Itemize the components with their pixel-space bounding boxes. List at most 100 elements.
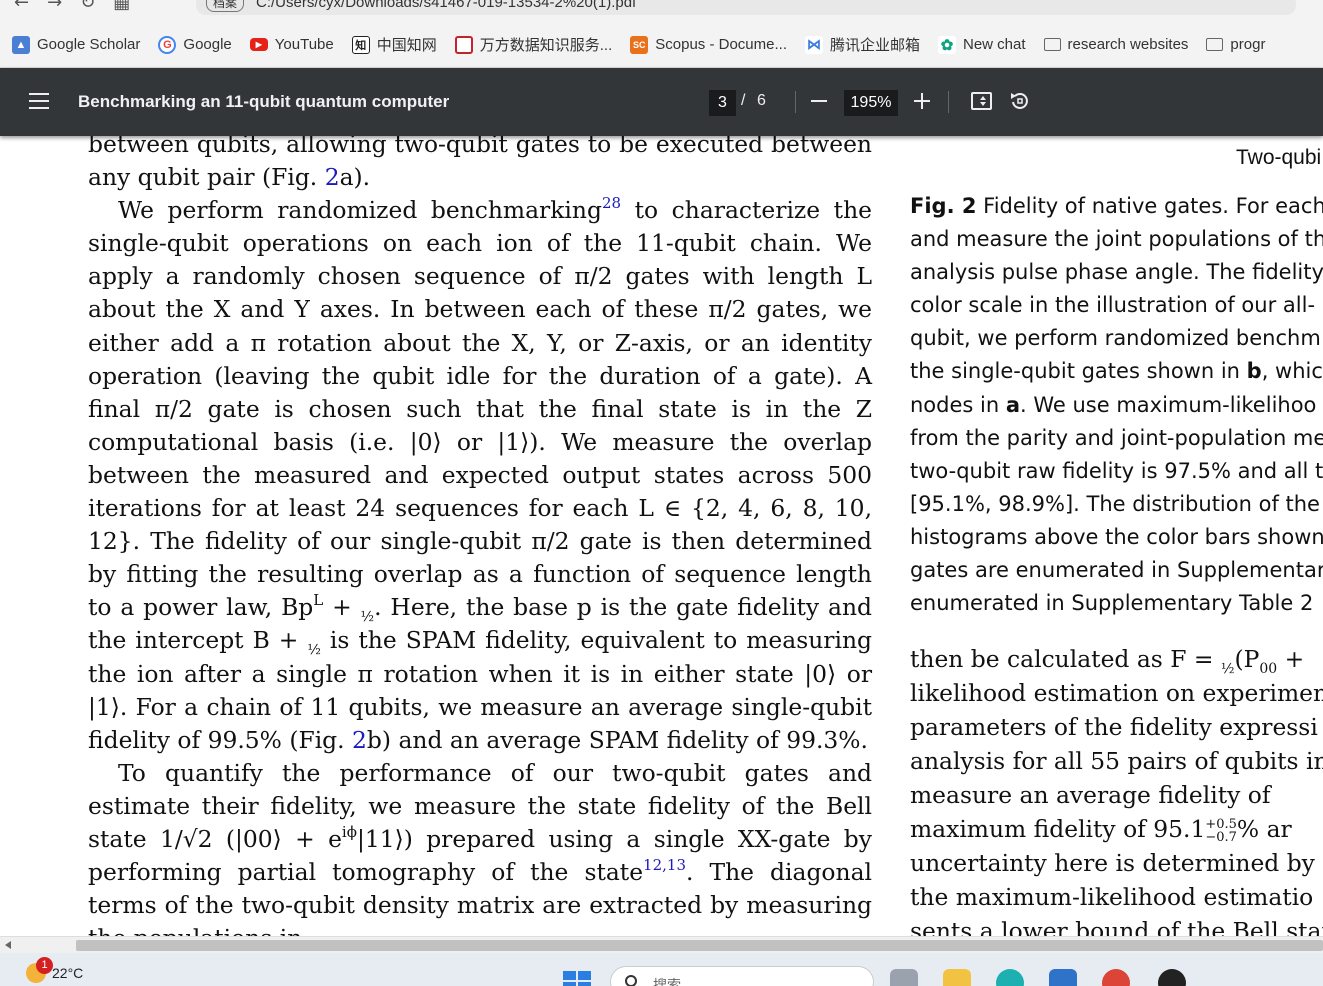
text-line: analysis for all 55 pairs of qubits in (910, 747, 1323, 775)
text-run: % ar (1236, 815, 1292, 843)
toolbar-divider (795, 91, 796, 113)
caption-line: Fidelity of native gates. For each (976, 194, 1323, 218)
pdf-viewer[interactable]: between qubits, allowing two-qubit gates… (0, 136, 1323, 936)
text-line: the maximum-likelihood estimatio (910, 883, 1314, 911)
fraction: ½ (360, 609, 375, 626)
nav-buttons: ← → ↻ ▦ (14, 0, 130, 13)
fraction: ½ (1220, 661, 1235, 677)
document-title: Benchmarking an 11-qubit quantum compute… (78, 92, 450, 111)
notification-badge: 1 (36, 957, 53, 974)
caption-line: enumerated in Supplementary Table 2 (910, 591, 1314, 616)
bookmark-cnki[interactable]: 知 中国知网 (351, 34, 437, 55)
file-explorer-icon[interactable] (943, 969, 971, 986)
caption-text: . We use maximum-likelihoo (1020, 392, 1317, 417)
bookmark-wanfang[interactable]: 万方数据知识服务... (454, 34, 612, 55)
folder-icon (1043, 38, 1061, 51)
chrome-icon[interactable] (1102, 969, 1130, 986)
caption-line: from the parity and joint-population me (910, 425, 1323, 450)
taskbar-search[interactable]: 搜索 (610, 966, 874, 986)
scrollbar-thumb[interactable] (76, 940, 1323, 951)
caption-line: color scale in the illustration of our a… (910, 293, 1316, 318)
paragraph: We perform randomized benchmarking28 to … (88, 194, 872, 757)
tencent-mail-icon: ⋈ (804, 35, 823, 54)
paragraph: between qubits, allowing two-qubit gates… (88, 136, 872, 194)
horizontal-scrollbar[interactable] (0, 936, 1323, 953)
caption-line: gates are enumerated in Supplementary (910, 558, 1323, 583)
text-line: measure an average fidelity of (910, 781, 1271, 809)
menu-icon[interactable] (29, 93, 49, 109)
page-number-input[interactable]: 3 (709, 90, 736, 116)
text-run: (P (1234, 645, 1260, 673)
caption-text: , which (1261, 359, 1323, 384)
text-line: any qubit pair (Fig. (88, 163, 325, 192)
figure-link[interactable]: 2 (325, 163, 340, 191)
reference-link[interactable]: 28 (602, 194, 621, 212)
bookmark-label: research websites (1067, 36, 1189, 53)
weather-sun-icon: 1 (26, 957, 53, 983)
page-total: 6 (757, 92, 766, 109)
scroll-left-icon[interactable] (5, 941, 11, 949)
toolbar-divider (948, 91, 949, 113)
back-icon[interactable]: ← (14, 0, 29, 13)
address-bar-strip: ← → ↻ ▦ 档案 C:/Users/cyx/Downloads/s41467-… (0, 0, 1323, 22)
subscript: 00 (1259, 661, 1278, 677)
figure-panel-label: Two-qubi (1236, 146, 1322, 169)
bookmark-google[interactable]: G Google (158, 35, 232, 54)
caption-line: histograms above the color bars shown (910, 524, 1323, 549)
bookmark-folder-progr[interactable]: progr (1206, 36, 1265, 53)
cnki-icon: 知 (351, 35, 370, 54)
google-scholar-icon: ▲ (12, 35, 30, 54)
taskview-icon[interactable] (890, 969, 918, 986)
bookmark-scopus[interactable]: SC Scopus - Docume... (630, 35, 787, 54)
address-input[interactable]: 档案 C:/Users/cyx/Downloads/s41467-019-1353… (196, 0, 1296, 15)
figure-label: Fig. 2 (910, 194, 977, 218)
search-placeholder: 搜索 (653, 977, 681, 986)
wanfang-icon (454, 35, 473, 54)
bookmark-folder-research[interactable]: research websites (1043, 36, 1189, 53)
caption-line: analysis pulse phase angle. The fidelity (910, 260, 1323, 285)
bell-state: 1/√2 (|00⟩ + e (159, 824, 342, 853)
zoom-out-icon[interactable] (811, 100, 827, 102)
subscript: −0.7 (1205, 830, 1237, 845)
rotate-icon[interactable] (1009, 90, 1031, 112)
text-run: maximum fidelity of 95.1 (910, 815, 1206, 843)
reload-icon[interactable]: ↻ (80, 0, 95, 13)
bookmark-label: 中国知网 (376, 37, 437, 54)
figure-link[interactable]: 2 (352, 726, 367, 754)
bookmark-label: Google (183, 36, 232, 53)
scopus-icon: SC (630, 35, 649, 54)
bookmark-label: Google Scholar (37, 36, 141, 53)
weather-widget[interactable]: 1 22°C (26, 957, 83, 983)
text-line: between qubits, allowing two-qubit gates… (88, 136, 872, 158)
caption-panel-ref: a (1005, 392, 1021, 417)
forward-icon[interactable]: → (47, 0, 62, 13)
fit-to-page-icon[interactable] (971, 92, 992, 110)
openai-icon: ✿ (938, 35, 956, 54)
superscript: iϕ (341, 822, 357, 841)
site-info-chip[interactable]: 档案 (206, 0, 245, 12)
right-column-text: then be calculated as F = ½(P00 + likeli… (910, 642, 1323, 936)
fraction: ½ (307, 642, 321, 659)
bell-state: |11⟩) (356, 824, 413, 853)
tabs-icon[interactable]: ▦ (113, 0, 130, 13)
left-column-text: between qubits, allowing two-qubit gates… (88, 136, 872, 936)
bookmark-label: 腾讯企业邮箱 (829, 37, 920, 54)
caption-panel-ref: b (1246, 359, 1262, 384)
caption-text: nodes in (910, 392, 1006, 417)
store-icon[interactable] (1049, 969, 1077, 986)
zoom-input[interactable]: 195% (844, 90, 898, 116)
bookmark-google-scholar[interactable]: ▲ Google Scholar (12, 35, 141, 54)
text-run: to characterize the single-qubit operati… (88, 196, 872, 622)
bookmark-youtube[interactable]: ▶ YouTube (249, 36, 334, 53)
bookmark-label: Scopus - Docume... (655, 36, 787, 53)
zoom-in-icon[interactable] (914, 93, 930, 109)
bookmark-tencent-mail[interactable]: ⋈ 腾讯企业邮箱 (804, 34, 920, 55)
text-run: We perform randomized benchmarking (118, 196, 602, 225)
caption-line: two-qubit raw fidelity is 97.5% and all … (910, 458, 1323, 483)
windows-start-icon[interactable] (563, 971, 591, 986)
edge-icon[interactable] (996, 969, 1024, 986)
reference-link[interactable]: 12,13 (643, 856, 686, 874)
page-separator: / (741, 92, 746, 109)
app-icon[interactable] (1158, 969, 1186, 986)
bookmark-new-chat[interactable]: ✿ New chat (938, 35, 1026, 54)
